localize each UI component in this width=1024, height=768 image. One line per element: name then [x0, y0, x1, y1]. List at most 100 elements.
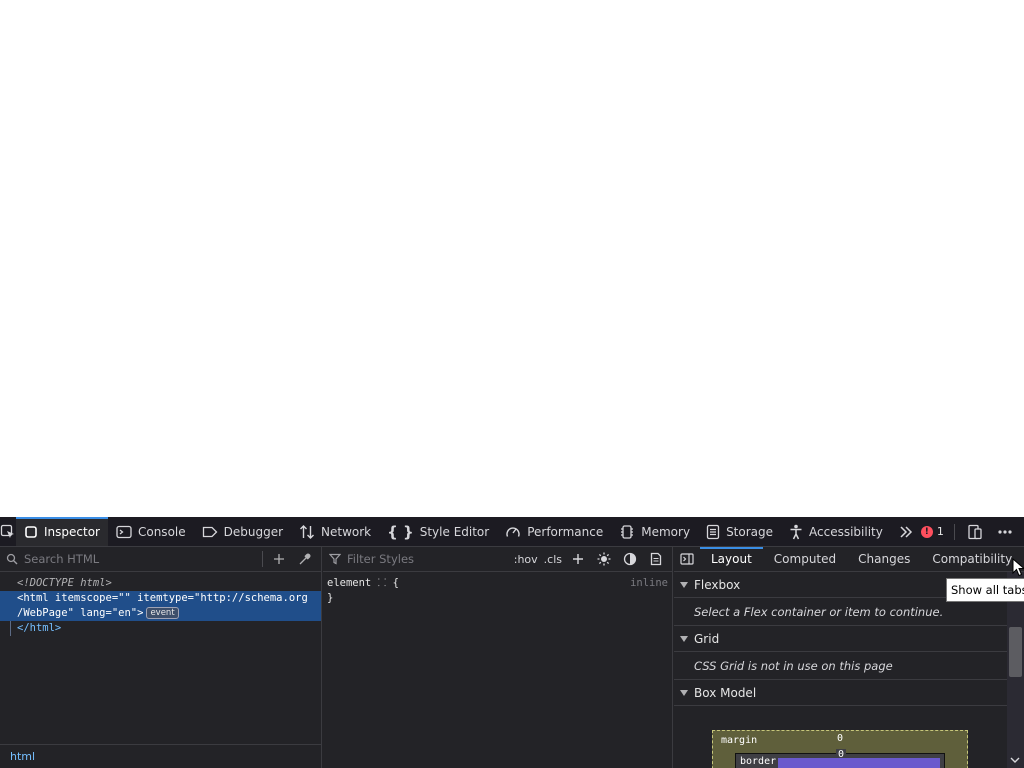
more-options-button[interactable]	[995, 522, 1015, 542]
dark-color-scheme-button[interactable]	[620, 549, 640, 569]
tab-network[interactable]: Network	[291, 517, 379, 546]
html-close-tag[interactable]: </html>	[0, 621, 321, 636]
memory-icon	[621, 524, 634, 539]
rules-toolbar: Filter Styles :hov .cls	[323, 547, 672, 572]
tab-performance[interactable]: Performance	[497, 517, 611, 546]
box-model-title: Box Model	[694, 685, 757, 700]
expand-triangle-icon	[680, 581, 688, 588]
tab-memory[interactable]: Memory	[611, 517, 698, 546]
tab-debugger-label: Debugger	[223, 524, 284, 539]
rule-selector[interactable]: element	[327, 577, 371, 589]
html-node-line2: /WebPage" lang="en">	[17, 607, 144, 619]
responsive-design-button[interactable]	[965, 522, 985, 542]
cls-toggle-button[interactable]: .cls	[544, 553, 562, 566]
hov-toggle-button[interactable]: :hov	[514, 553, 538, 566]
toolbar-controls: ! 1	[920, 517, 1024, 546]
search-icon	[6, 553, 18, 565]
webpage-content	[0, 0, 1024, 517]
element-rule-icon: ⸬	[377, 577, 387, 589]
rules-panel: Filter Styles :hov .cls element ⸬ { } in…	[323, 547, 673, 768]
console-icon	[116, 525, 132, 538]
element-picker-button[interactable]	[0, 517, 16, 546]
search-divider	[262, 551, 263, 567]
mouse-cursor-icon	[1012, 558, 1024, 577]
tab-console[interactable]: Console	[108, 517, 194, 546]
tab-changes[interactable]: Changes	[847, 547, 921, 571]
tab-style-editor[interactable]: { } Style Editor	[379, 517, 497, 546]
error-icon: !	[920, 525, 933, 538]
box-model-padding	[778, 758, 940, 768]
tab-layout[interactable]: Layout	[700, 547, 763, 571]
box-model-section-header[interactable]: Box Model	[674, 680, 1007, 706]
html-node-line1: <html itemscope="" itemtype="http://sche…	[17, 592, 308, 604]
tab-console-label: Console	[137, 524, 186, 539]
responsive-design-icon	[968, 524, 982, 539]
error-count-badge[interactable]: ! 1	[920, 525, 944, 538]
event-badge[interactable]: event	[146, 607, 179, 619]
tab-inspector-label: Inspector	[44, 524, 100, 539]
tab-compatibility[interactable]: Compatibility	[921, 547, 1023, 571]
toolbar-divider	[953, 523, 955, 540]
network-icon	[300, 524, 315, 539]
toggle-panes-button[interactable]	[674, 547, 700, 571]
box-model-border: border 0	[735, 749, 945, 768]
html-node-selected[interactable]: <html itemscope="" itemtype="http://sche…	[0, 591, 321, 621]
devtools-panel: Inspector Console Debugger Network { } S…	[0, 517, 1024, 768]
grid-title: Grid	[694, 631, 720, 646]
border-label: border	[740, 756, 777, 767]
tools-overflow-button[interactable]	[891, 517, 921, 546]
accessibility-icon	[790, 524, 802, 539]
tab-accessibility-label: Accessibility	[809, 524, 883, 539]
tab-accessibility[interactable]: Accessibility	[781, 517, 891, 546]
tab-computed[interactable]: Computed	[763, 547, 847, 571]
margin-top-value[interactable]: 0	[837, 733, 843, 744]
rule-close-brace[interactable]: }	[327, 591, 668, 606]
sidebar-toggle-icon	[680, 553, 694, 565]
html-search-bar: Search HTML	[0, 547, 321, 572]
plus-icon	[274, 554, 284, 564]
close-tag-text: </html>	[17, 622, 62, 634]
performance-icon	[506, 526, 520, 537]
grid-message: CSS Grid is not in use on this page	[674, 652, 1007, 680]
breadcrumb: html	[0, 744, 321, 768]
breadcrumb-html[interactable]: html	[10, 750, 35, 763]
doctype-node[interactable]: <!DOCTYPE html>	[0, 576, 321, 591]
inspector-icon	[25, 525, 37, 538]
scrollbar-thumb[interactable]	[1009, 627, 1022, 677]
tab-storage[interactable]: Storage	[698, 517, 781, 546]
expand-triangle-icon	[680, 689, 688, 696]
markup-panel: Search HTML <!DOCTYPE html> <html itemsc…	[0, 547, 322, 768]
print-simulation-button[interactable]	[646, 549, 666, 569]
tab-performance-label: Performance	[527, 524, 604, 539]
tab-memory-label: Memory	[641, 524, 691, 539]
element-style-rule: element ⸬ { } inline	[323, 572, 672, 610]
tab-storage-label: Storage	[726, 524, 774, 539]
plus-icon	[573, 554, 583, 564]
scroll-down-arrow-icon[interactable]	[1010, 756, 1020, 764]
light-color-scheme-button[interactable]	[594, 549, 614, 569]
devtools-toolbar: Inspector Console Debugger Network { } S…	[0, 517, 1024, 547]
flexbox-title: Flexbox	[694, 577, 741, 592]
sidebar-tabs: Layout Computed Changes Compatibility	[674, 547, 1024, 572]
box-model-diagram: margin 0 border 0	[712, 730, 968, 768]
filter-icon	[329, 553, 341, 565]
search-html-input[interactable]: Search HTML	[24, 552, 256, 566]
grid-section-header[interactable]: Grid	[674, 626, 1007, 652]
element-picker-icon	[0, 524, 14, 538]
rule-source: inline	[630, 577, 668, 589]
eyedropper-button[interactable]	[295, 549, 315, 569]
flexbox-message: Select a Flex container or item to conti…	[674, 598, 1007, 626]
add-rule-button[interactable]	[568, 549, 588, 569]
sun-icon	[597, 552, 611, 566]
margin-label: margin	[721, 735, 758, 746]
contrast-icon	[623, 552, 637, 566]
double-chevron-right-icon	[900, 525, 912, 538]
expand-triangle-icon	[680, 635, 688, 642]
storage-icon	[706, 524, 720, 539]
filter-styles-input[interactable]: Filter Styles	[347, 552, 508, 566]
tab-inspector[interactable]: Inspector	[16, 517, 108, 546]
tab-debugger[interactable]: Debugger	[194, 517, 291, 546]
add-node-button[interactable]	[269, 549, 289, 569]
tab-network-label: Network	[321, 524, 372, 539]
rule-open-brace: {	[392, 577, 399, 589]
